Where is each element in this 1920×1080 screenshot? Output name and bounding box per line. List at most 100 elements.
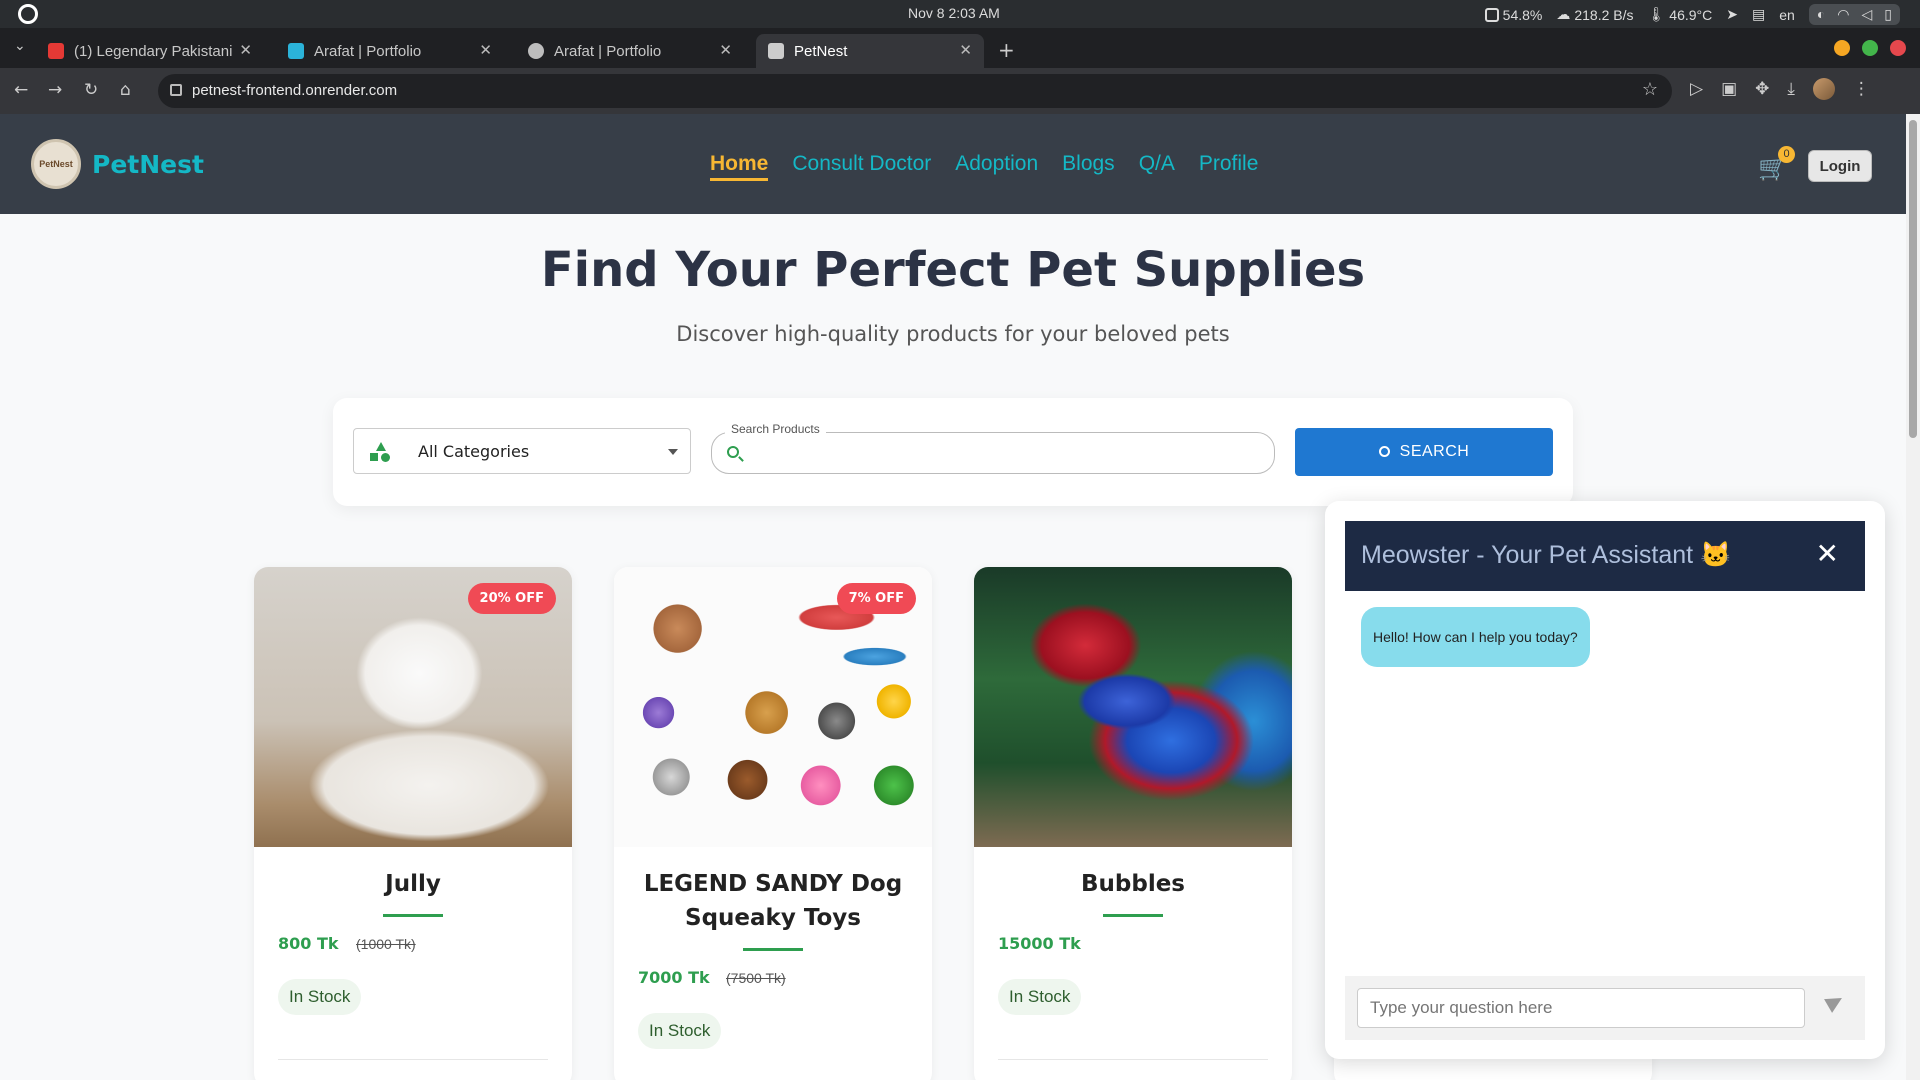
close-window-button[interactable] <box>1890 40 1906 56</box>
search-icon <box>727 446 739 458</box>
browser-address-bar: ← → ↻ ⌂ petnest-frontend.onrender.com ☆ … <box>0 68 1920 114</box>
tab-title: (1) Legendary Pakistani S <box>74 42 234 60</box>
browser-tab-active[interactable]: PetNest ✕ <box>756 34 984 68</box>
battery-text: 54.8% <box>1502 6 1543 23</box>
product-price: 800 Tk <box>278 934 339 953</box>
browser-tab-2[interactable]: Arafat | Portfolio ✕ <box>276 34 504 68</box>
hero-title: Find Your Perfect Pet Supplies <box>540 242 1366 298</box>
title-underline <box>1103 914 1163 917</box>
discount-badge: 20% OFF <box>467 583 556 614</box>
category-selected-value: All Categories <box>418 442 530 461</box>
tab-close-icon[interactable]: ✕ <box>239 41 252 59</box>
tab-close-icon[interactable]: ✕ <box>479 41 492 59</box>
search-button-label: SEARCH <box>1399 443 1470 460</box>
translate-icon[interactable]: ▣ <box>1721 79 1737 99</box>
extensions-puzzle-icon[interactable]: ✥ <box>1755 79 1769 99</box>
browser-tab-bar: ⌄ (1) Legendary Pakistani S ✕ Arafat | P… <box>0 28 1920 68</box>
temperature-text: 46.9°C <box>1669 6 1713 23</box>
page-scrollbar[interactable] <box>1906 114 1920 1080</box>
product-name[interactable]: Bubbles <box>984 867 1282 901</box>
nav-link-qa[interactable]: Q/A <box>1139 152 1175 181</box>
nav-link-home[interactable]: Home <box>710 152 769 181</box>
nav-link-profile[interactable]: Profile <box>1199 152 1259 181</box>
scrollbar-thumb[interactable] <box>1909 120 1917 438</box>
category-select[interactable]: All Categories <box>353 428 691 474</box>
browser-toolbar-right: ▷ ▣ ✥ ⤓ ⋮ <box>1690 78 1870 100</box>
profile-avatar[interactable] <box>1812 78 1835 100</box>
stock-chip: In Stock <box>638 1013 722 1049</box>
product-card[interactable]: Bubbles 15000 Tk In Stock <box>974 567 1292 1080</box>
nav-link-adoption[interactable]: Adoption <box>955 152 1038 181</box>
youtube-icon <box>48 43 64 59</box>
bookmark-star-icon[interactable]: ☆ <box>1642 79 1658 100</box>
new-tab-button[interactable]: + <box>998 38 1015 62</box>
main-menu: Home Consult Doctor Adoption Blogs Q/A P… <box>710 152 1258 181</box>
download-icon[interactable]: ⤓ <box>1787 79 1795 99</box>
tab-title: Arafat | Portfolio <box>554 42 662 60</box>
language-indicator[interactable]: en <box>1779 7 1795 23</box>
product-card[interactable]: 20% OFF Jully 800 Tk (1000 Tk) In Stock <box>254 567 572 1080</box>
media-play-icon[interactable]: ▷ <box>1690 79 1703 99</box>
home-icon[interactable]: ⌂ <box>120 80 131 100</box>
tab-close-icon[interactable]: ✕ <box>719 41 732 59</box>
clipboard-icon[interactable]: ▤ <box>1752 6 1765 23</box>
back-arrow-icon[interactable]: ← <box>14 80 28 100</box>
assistant-message: Hello! How can I help you today? <box>1361 607 1590 667</box>
brand-name[interactable]: PetNest <box>92 150 204 179</box>
url-field[interactable]: petnest-frontend.onrender.com ☆ <box>158 74 1672 108</box>
send-icon[interactable] <box>1824 991 1846 1013</box>
close-icon[interactable]: ✕ <box>1816 537 1839 570</box>
os-clock[interactable]: Nov 8 2:03 AM <box>908 5 1000 21</box>
nav-link-blogs[interactable]: Blogs <box>1062 152 1115 181</box>
chat-input-bar <box>1345 976 1865 1040</box>
os-top-bar: Nov 8 2:03 AM 54.8% ☁ 218.2 B/s 🌡 46.9°C ➤… <box>0 0 1920 28</box>
product-name[interactable]: Jully <box>264 867 562 901</box>
network-icon: ◐ <box>1816 6 1826 22</box>
portfolio-icon <box>288 43 304 59</box>
forward-arrow-icon[interactable]: → <box>48 80 62 100</box>
browser-menu-icon[interactable]: ⋮ <box>1853 79 1870 99</box>
minimize-button[interactable] <box>1834 40 1850 56</box>
tab-search-chevron-icon[interactable]: ⌄ <box>14 38 26 54</box>
product-card[interactable]: 7% OFF LEGEND SANDY Dog Squeaky Toys 700… <box>614 567 932 1080</box>
product-old-price: (1000 Tk) <box>356 936 416 952</box>
stock-chip: In Stock <box>278 979 362 1015</box>
chat-title: Meowster - Your Pet Assistant 🐱 <box>1361 541 1732 569</box>
url-text: petnest-frontend.onrender.com <box>192 82 398 99</box>
temperature-indicator[interactable]: 🌡 46.9°C <box>1648 6 1713 23</box>
page-icon <box>768 43 784 59</box>
quick-settings-pill[interactable]: ◐ ◠ ◁ ▯ <box>1808 4 1900 25</box>
petnest-logo[interactable]: PetNest <box>31 139 81 189</box>
maximize-button[interactable] <box>1862 40 1878 56</box>
tab-title: Arafat | Portfolio <box>314 42 422 60</box>
browser-tab-1[interactable]: (1) Legendary Pakistani S ✕ <box>36 34 264 68</box>
chat-input[interactable] <box>1357 988 1805 1028</box>
product-name[interactable]: LEGEND SANDY Dog Squeaky Toys <box>624 867 922 935</box>
login-button[interactable]: Login <box>1808 150 1872 182</box>
battery-icon <box>1484 7 1499 22</box>
network-speed-text: 218.2 B/s <box>1574 6 1634 23</box>
discount-badge: 7% OFF <box>836 583 916 614</box>
search-input[interactable] <box>745 442 1255 466</box>
reload-icon[interactable]: ↻ <box>84 80 98 100</box>
site-navbar: PetNest PetNest Home Consult Doctor Adop… <box>0 114 1906 214</box>
telegram-icon[interactable]: ➤ <box>1726 6 1738 23</box>
site-info-icon[interactable] <box>170 84 182 96</box>
battery-indicator[interactable]: 54.8% <box>1484 6 1543 23</box>
product-old-price: (7500 Tk) <box>726 970 786 986</box>
ubuntu-logo-icon[interactable] <box>18 4 38 24</box>
network-speed-indicator[interactable]: ☁ 218.2 B/s <box>1556 6 1633 23</box>
chat-header: Meowster - Your Pet Assistant 🐱 ✕ <box>1345 521 1865 591</box>
search-button[interactable]: SEARCH <box>1295 428 1553 476</box>
system-tray: 54.8% ☁ 218.2 B/s 🌡 46.9°C ➤ ▤ en ◐ ◠ ◁ ▯ <box>1484 4 1900 25</box>
tab-close-icon[interactable]: ✕ <box>959 41 972 59</box>
caret-down-icon <box>668 449 678 455</box>
card-divider <box>278 1059 548 1060</box>
browser-tab-3[interactable]: Arafat | Portfolio ✕ <box>516 34 744 68</box>
wifi-icon: ◠ <box>1837 6 1850 22</box>
search-field-label: Search Products <box>725 422 826 436</box>
volume-icon: ◁ <box>1861 6 1873 22</box>
product-image-betta-fish[interactable] <box>974 567 1292 847</box>
nav-link-consult-doctor[interactable]: Consult Doctor <box>792 152 931 181</box>
search-icon <box>1378 446 1390 457</box>
